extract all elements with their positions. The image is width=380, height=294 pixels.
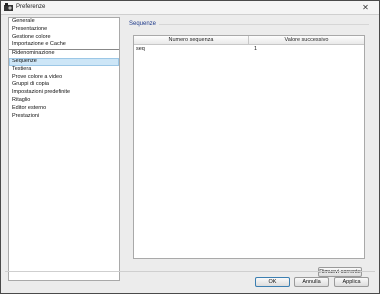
section-title: Sequenze (129, 21, 157, 27)
sidebar-item-prestazioni[interactable]: Prestazioni (9, 113, 119, 121)
sidebar-item-gruppi-copia[interactable]: Gruppi di copia (9, 81, 119, 89)
sidebar-item-importazione-cache[interactable]: Importazione e Cache (9, 41, 119, 49)
apply-button[interactable]: Applica (334, 277, 369, 287)
sidebar-item-generale[interactable]: Generale (9, 18, 119, 26)
window-title: Preferenze (16, 4, 46, 10)
sidebar-item-sequenze[interactable]: Sequenze (9, 57, 119, 66)
sidebar-item-presentazione[interactable]: Presentazione (9, 26, 119, 34)
column-header-numero-sequenza[interactable]: Numero sequenza (134, 36, 249, 44)
sidebar-item-testiera[interactable]: Testiera (9, 66, 119, 74)
preferences-window: Preferenze ✕ Generale Presentazione Gest… (0, 0, 380, 294)
ok-button[interactable]: OK (255, 277, 290, 287)
app-icon (4, 3, 13, 11)
remove-current-button[interactable]: Rimuovi corrente (318, 267, 362, 277)
section-divider (159, 24, 369, 25)
preferences-sidebar: Generale Presentazione Gestione colore I… (8, 17, 120, 281)
title-bar[interactable]: Preferenze ✕ (1, 1, 379, 15)
sidebar-item-ritaglio[interactable]: Ritaglio (9, 97, 119, 105)
footer-divider (5, 271, 375, 272)
next-value-cell[interactable]: 1 (254, 45, 257, 53)
sidebar-item-prove-colore[interactable]: Prove colore a video (9, 74, 119, 82)
sidebar-item-impostazioni-predefinite[interactable]: Impostazioni predefinite (9, 89, 119, 97)
sidebar-item-ridenominazione[interactable]: Ridenominazione (9, 49, 119, 58)
sidebar-item-editor-esterno[interactable]: Editor esterno (9, 105, 119, 113)
column-header-valore-successivo[interactable]: Valore successivo (249, 36, 364, 44)
table-row[interactable]: seq 1 (134, 45, 364, 53)
close-icon[interactable]: ✕ (360, 2, 371, 13)
sequence-name-cell[interactable]: seq (136, 45, 145, 53)
preferences-content: Sequenze Numero sequenza Valore successi… (129, 16, 369, 277)
sequences-table: Numero sequenza Valore successivo seq 1 (133, 35, 365, 259)
table-header: Numero sequenza Valore successivo (134, 36, 364, 45)
sidebar-item-gestione-colore[interactable]: Gestione colore (9, 34, 119, 42)
cancel-button[interactable]: Annulla (294, 277, 329, 287)
